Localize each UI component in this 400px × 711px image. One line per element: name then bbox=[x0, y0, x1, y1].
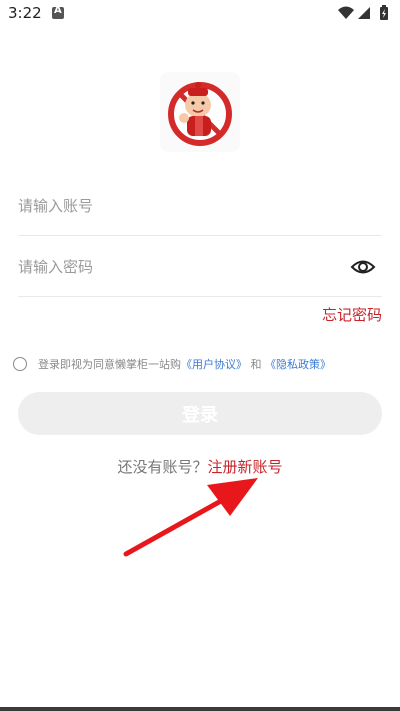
register-row: 还没有账号？注册新账号 bbox=[0, 456, 400, 477]
eye-icon[interactable] bbox=[350, 256, 376, 278]
account-field bbox=[18, 176, 382, 236]
agreement-row: 登录即视为同意懒掌柜一站购《用户协议》 和 《隐私政策》 bbox=[13, 355, 393, 373]
agreement-and: 和 bbox=[250, 358, 262, 371]
login-button[interactable]: 登录 bbox=[18, 392, 382, 435]
logo-icon bbox=[168, 82, 232, 146]
battery-icon bbox=[380, 5, 388, 20]
account-input[interactable] bbox=[18, 176, 338, 236]
user-agreement-link[interactable]: 《用户协议》 bbox=[181, 358, 247, 371]
forgot-password-link[interactable]: 忘记密码 bbox=[322, 304, 382, 325]
status-bar: 3:22 bbox=[0, 0, 400, 28]
signal-icon bbox=[358, 7, 370, 19]
notification-icon bbox=[52, 5, 64, 19]
status-time: 3:22 bbox=[8, 4, 42, 22]
status-icons bbox=[336, 5, 392, 25]
privacy-policy-link[interactable]: 《隐私政策》 bbox=[265, 358, 331, 371]
register-link[interactable]: 注册新账号 bbox=[208, 458, 283, 476]
password-field bbox=[18, 237, 382, 297]
agreement-prefix: 登录即视为同意懒掌柜一站购 bbox=[38, 358, 181, 371]
register-prompt: 还没有账号？ bbox=[117, 458, 208, 476]
app-logo bbox=[160, 72, 240, 152]
navigation-bar bbox=[0, 707, 400, 711]
wifi-icon bbox=[338, 6, 354, 19]
password-input[interactable] bbox=[18, 237, 338, 297]
agreement-text: 登录即视为同意懒掌柜一站购《用户协议》 和 《隐私政策》 bbox=[38, 356, 331, 372]
agreement-radio[interactable] bbox=[13, 357, 27, 371]
